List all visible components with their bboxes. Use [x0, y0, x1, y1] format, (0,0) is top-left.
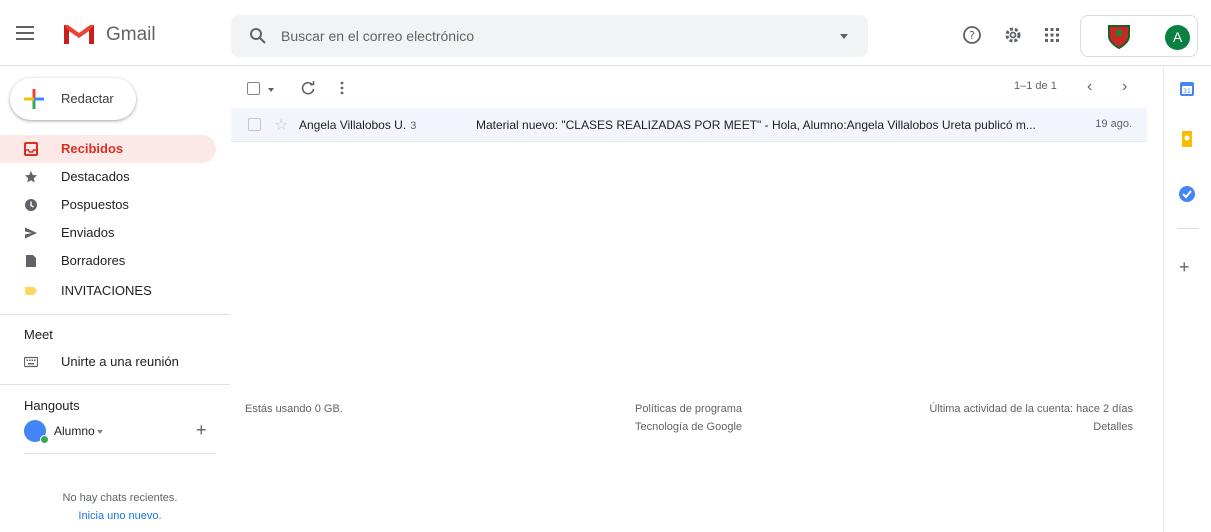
- google-tech-link[interactable]: Tecnología de Google: [635, 421, 742, 433]
- online-status-icon: [40, 435, 49, 444]
- next-page-icon[interactable]: ›: [1122, 78, 1127, 96]
- last-activity: Última actividad de la cuenta: hace 2 dí…: [929, 403, 1133, 415]
- sidebar-item-starred[interactable]: Destacados: [0, 163, 216, 191]
- sidebar-item-inbox[interactable]: Recibidos: [0, 135, 216, 163]
- apps-icon[interactable]: [1042, 25, 1062, 45]
- add-addon-icon[interactable]: +: [1179, 257, 1190, 278]
- svg-text:?: ?: [969, 29, 975, 42]
- mail-date: 19 ago.: [1095, 118, 1132, 130]
- select-all-checkbox[interactable]: [247, 82, 260, 95]
- select-options-icon[interactable]: [268, 88, 274, 92]
- hangouts-user-name: Alumno: [54, 424, 95, 438]
- sidebar-item-label: Enviados: [61, 225, 115, 240]
- program-policies-link[interactable]: Políticas de programa: [635, 403, 742, 415]
- mail-row[interactable]: ☆ Angela Villalobos U. 3 Material nuevo: …: [231, 108, 1147, 142]
- hangouts-user[interactable]: Alumno +: [24, 420, 224, 444]
- sidebar-item-sent[interactable]: Enviados: [0, 219, 216, 247]
- side-panel-divider: [1178, 228, 1198, 229]
- mail-checkbox[interactable]: [248, 118, 261, 131]
- sidebar-item-invitaciones[interactable]: INVITACIONES: [0, 277, 216, 305]
- account-area[interactable]: A: [1080, 15, 1198, 57]
- no-chats-message: No hay chats recientes.: [62, 492, 178, 504]
- compose-label: Redactar: [61, 91, 114, 106]
- refresh-icon[interactable]: [300, 80, 316, 96]
- compose-button[interactable]: Redactar: [10, 78, 136, 120]
- more-options-icon[interactable]: [334, 80, 350, 96]
- meet-section-title: Meet: [24, 327, 53, 342]
- hangouts-section-title: Hangouts: [24, 398, 80, 413]
- sidebar-item-label: Recibidos: [61, 141, 124, 156]
- organization-logo: [1108, 25, 1130, 50]
- sender-name: Angela Villalobos U.: [299, 118, 407, 132]
- sidebar-item-label: Destacados: [61, 169, 130, 184]
- top-header: Gmail ?: [0, 0, 1211, 66]
- tasks-icon[interactable]: [1178, 185, 1196, 203]
- add-chat-icon[interactable]: +: [196, 420, 207, 441]
- meet-join-item[interactable]: Unirte a una reunión: [0, 348, 216, 376]
- draft-icon: [26, 255, 36, 267]
- details-link[interactable]: Detalles: [1093, 421, 1133, 433]
- prev-page-icon[interactable]: ‹: [1087, 78, 1092, 96]
- side-panel: 31 +: [1163, 67, 1211, 532]
- keep-icon[interactable]: [1178, 130, 1196, 148]
- chevron-down-icon[interactable]: [97, 430, 103, 434]
- search-input[interactable]: [281, 26, 801, 46]
- search-icon[interactable]: [249, 27, 267, 45]
- gmail-window: Gmail ?: [0, 0, 1211, 532]
- compose-plus-icon: [24, 89, 44, 109]
- start-new-chat-link[interactable]: Inicia uno nuevo.: [0, 510, 240, 522]
- search-bar[interactable]: [231, 15, 868, 57]
- sidebar-divider: [0, 384, 230, 385]
- label-icon: [25, 287, 37, 295]
- mail-subject: Material nuevo: "CLASES REALIZADAS POR M…: [476, 118, 1036, 132]
- settings-icon[interactable]: [1003, 25, 1023, 45]
- sidebar-divider: [0, 314, 230, 315]
- help-icon[interactable]: ?: [962, 25, 982, 45]
- hangouts-divider: [24, 453, 216, 454]
- sidebar-item-snoozed[interactable]: Pospuestos: [0, 191, 216, 219]
- sidebar-item-drafts[interactable]: Borradores: [0, 247, 216, 275]
- pagination-count: 1–1 de 1: [1014, 80, 1057, 92]
- keyboard-icon: [24, 356, 38, 368]
- storage-usage: Estás usando 0 GB.: [245, 403, 343, 415]
- star-icon[interactable]: ☆: [274, 115, 288, 135]
- sidebar-item-label: Pospuestos: [61, 197, 129, 212]
- thread-count: 3: [410, 120, 417, 132]
- svg-text:31: 31: [1183, 88, 1191, 95]
- send-icon: [25, 227, 37, 239]
- menu-icon[interactable]: [16, 26, 34, 40]
- gmail-logo[interactable]: [62, 22, 96, 46]
- sidebar-item-label: Borradores: [61, 253, 126, 268]
- meet-join-label: Unirte a una reunión: [61, 354, 179, 369]
- calendar-icon[interactable]: 31: [1178, 80, 1196, 98]
- sidebar-item-label: INVITACIONES: [61, 283, 152, 298]
- mail-sender: Angela Villalobos U. 3: [299, 118, 416, 132]
- clock-icon: [25, 199, 37, 211]
- inbox-icon: [24, 142, 38, 156]
- star-icon: [25, 171, 37, 183]
- search-options-icon[interactable]: [840, 34, 848, 39]
- account-avatar[interactable]: A: [1165, 25, 1190, 50]
- app-name[interactable]: Gmail: [106, 24, 156, 46]
